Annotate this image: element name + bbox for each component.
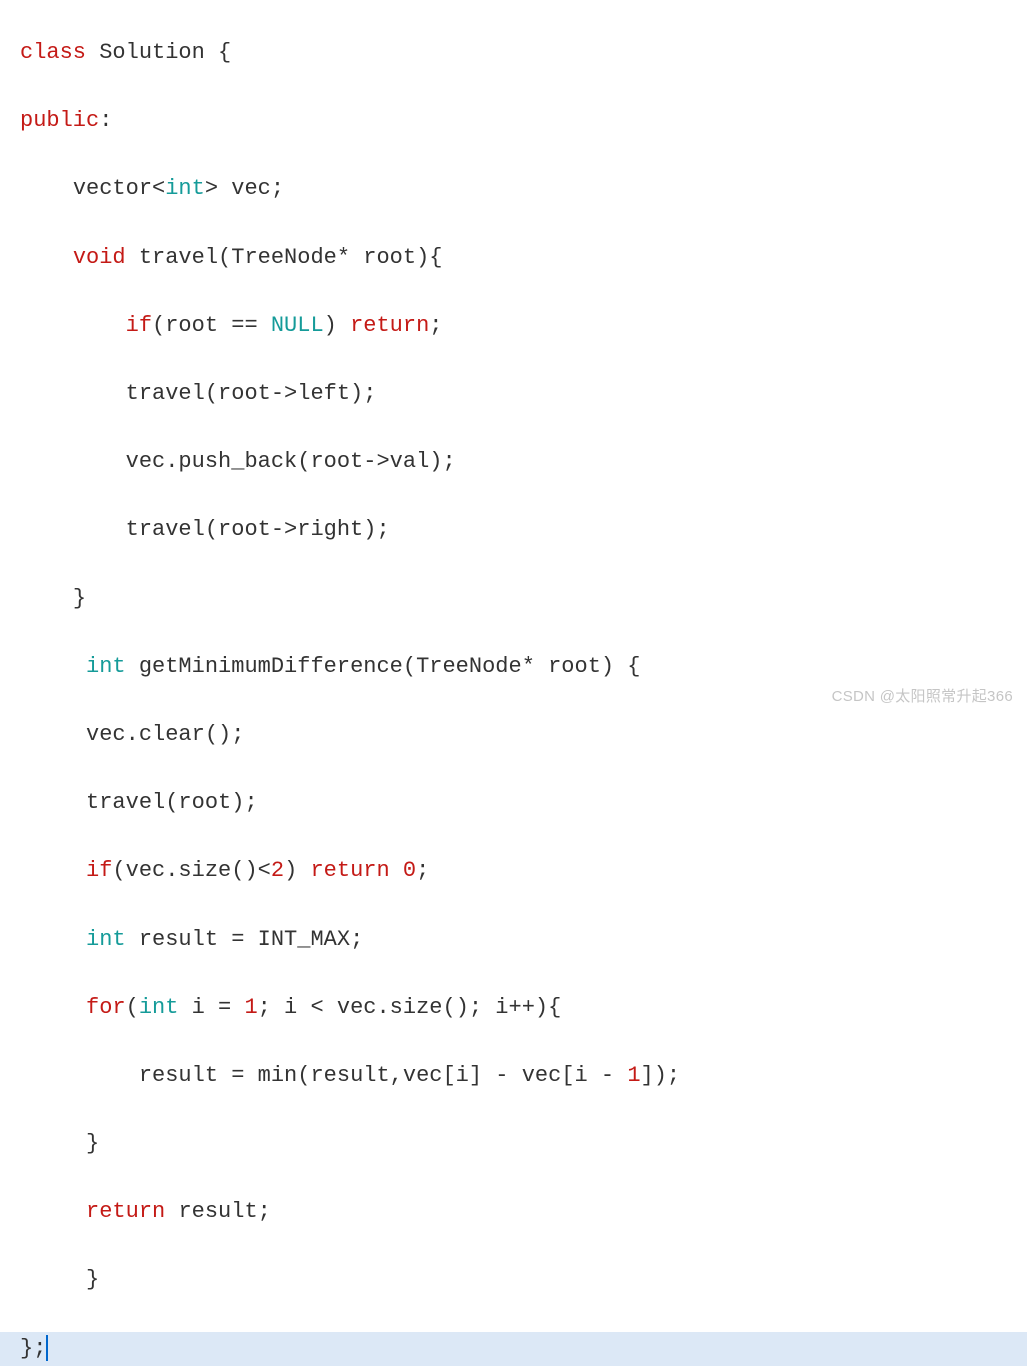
keyword-class: class xyxy=(20,40,86,65)
keyword-if: if xyxy=(86,858,112,883)
function-sig: getMinimumDifference(TreeNode* root) { xyxy=(139,654,641,679)
number-literal: 1 xyxy=(627,1063,640,1088)
code-line: } xyxy=(20,582,1027,616)
keyword-return: return xyxy=(310,858,389,883)
code-line: int result = INT_MAX; xyxy=(20,923,1027,957)
code-line: } xyxy=(20,1127,1027,1161)
code-line: vector<int> vec; xyxy=(20,172,1027,206)
code-line: if(vec.size()<2) return 0; xyxy=(20,854,1027,888)
code-line: vec.push_back(root->val); xyxy=(20,445,1027,479)
text-cursor xyxy=(46,1335,48,1361)
code-line: public: xyxy=(20,104,1027,138)
number-literal: 0 xyxy=(403,858,416,883)
code-line: vec.clear(); xyxy=(20,718,1027,752)
code-line: travel(root->right); xyxy=(20,513,1027,547)
code-line: class Solution { xyxy=(20,36,1027,70)
code-line: for(int i = 1; i < vec.size(); i++){ xyxy=(20,991,1027,1025)
code-line-highlighted: }; xyxy=(0,1332,1027,1366)
number-literal: 2 xyxy=(271,858,284,883)
code-block: class Solution { public: vector<int> vec… xyxy=(0,0,1027,1366)
type-int: int xyxy=(139,995,179,1020)
code-line: if(root == NULL) return; xyxy=(20,309,1027,343)
class-name: Solution xyxy=(99,40,205,65)
type-int: int xyxy=(86,654,126,679)
type-int: int xyxy=(165,176,205,201)
code-line: } xyxy=(20,1263,1027,1297)
keyword-return: return xyxy=(86,1199,165,1224)
code-line: travel(root); xyxy=(20,786,1027,820)
keyword-for: for xyxy=(86,995,126,1020)
code-line: void travel(TreeNode* root){ xyxy=(20,241,1027,275)
code-line: result = min(result,vec[i] - vec[i - 1])… xyxy=(20,1059,1027,1093)
code-line: travel(root->left); xyxy=(20,377,1027,411)
keyword-public: public xyxy=(20,108,99,133)
number-literal: 1 xyxy=(244,995,257,1020)
code-line: return result; xyxy=(20,1195,1027,1229)
function-sig: travel(TreeNode* root){ xyxy=(139,245,443,270)
type-int: int xyxy=(86,927,126,952)
keyword-if: if xyxy=(126,313,152,338)
code-line: int getMinimumDifference(TreeNode* root)… xyxy=(20,650,1027,684)
keyword-void: void xyxy=(73,245,126,270)
null-literal: NULL xyxy=(271,313,324,338)
watermark: CSDN @太阳照常升起366 xyxy=(832,685,1013,708)
keyword-return: return xyxy=(350,313,429,338)
